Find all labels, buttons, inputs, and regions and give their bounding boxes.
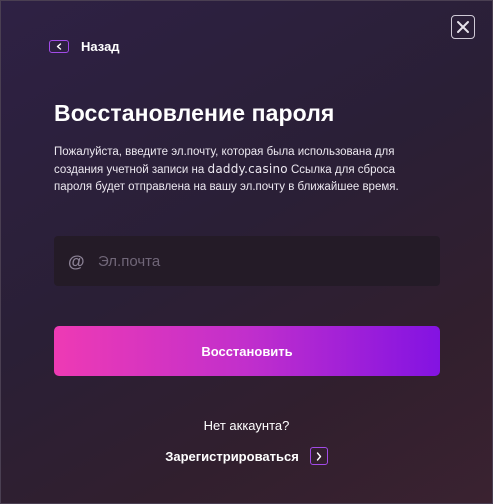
register-label: Зарегистрироваться — [165, 448, 299, 464]
back-button[interactable]: Назад — [49, 39, 120, 54]
email-input[interactable] — [96, 235, 440, 287]
close-icon — [457, 21, 469, 33]
email-field[interactable]: @ — [54, 235, 440, 287]
restore-button[interactable]: Восстановить — [54, 326, 440, 376]
page-title: Восстановление пароля — [54, 100, 335, 126]
back-label: Назад — [81, 39, 120, 54]
password-recovery-modal: Назад Восстановление пароля Пожалуйста, … — [0, 0, 493, 504]
description-text: Пожалуйста, введите эл.почту, которая бы… — [54, 144, 424, 196]
chevron-left-icon — [49, 40, 69, 53]
brand-name: daddy.casino — [207, 162, 288, 176]
no-account-text: Нет аккаунта? — [203, 418, 290, 433]
at-icon: @ — [68, 251, 85, 271]
register-link[interactable]: Зарегистрироваться — [1, 447, 492, 465]
close-button[interactable] — [451, 15, 475, 39]
chevron-right-icon — [309, 447, 328, 465]
